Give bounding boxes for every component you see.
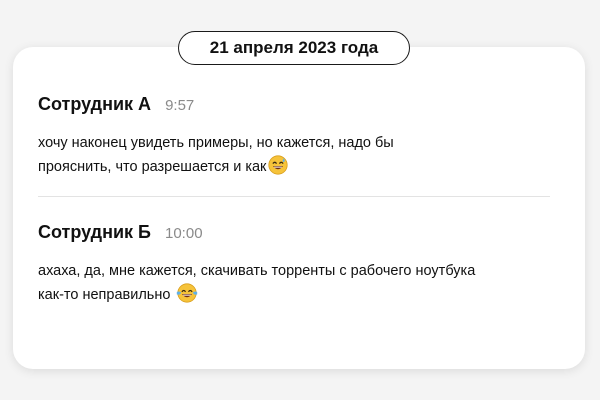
message-text-line: прояснить, что разрешается и как	[38, 159, 267, 175]
message-header: Сотрудник А 9:57	[38, 94, 558, 120]
message-text-line: ахаха, да, мне кажется, скачивать торрен…	[38, 263, 476, 279]
message-text: ахаха, да, мне кажется, скачивать торрен…	[38, 260, 558, 311]
date-separator-label: 21 апреля 2023 года	[209, 38, 379, 57]
message-timestamp: 9:57	[165, 97, 195, 114]
message-divider	[38, 196, 550, 197]
chat-message: Сотрудник А 9:57 хочу наконец увидеть пр…	[38, 94, 558, 183]
tears-of-joy-emoji-icon	[176, 283, 198, 311]
message-text-line: как-то неправильно	[38, 287, 171, 303]
grinning-sweat-emoji-icon	[268, 155, 289, 183]
message-text: хочу наконец увидеть примеры, но кажется…	[38, 132, 558, 183]
message-timestamp: 10:00	[165, 225, 203, 242]
chat-message: Сотрудник Б 10:00 ахаха, да, мне кажется…	[38, 222, 558, 311]
date-separator: 21 апреля 2023 года	[178, 31, 410, 65]
message-text-line: хочу наконец увидеть примеры, но кажется…	[38, 135, 394, 151]
message-author: Сотрудник А	[38, 94, 152, 114]
message-header: Сотрудник Б 10:00	[38, 222, 558, 248]
message-author: Сотрудник Б	[38, 222, 151, 242]
